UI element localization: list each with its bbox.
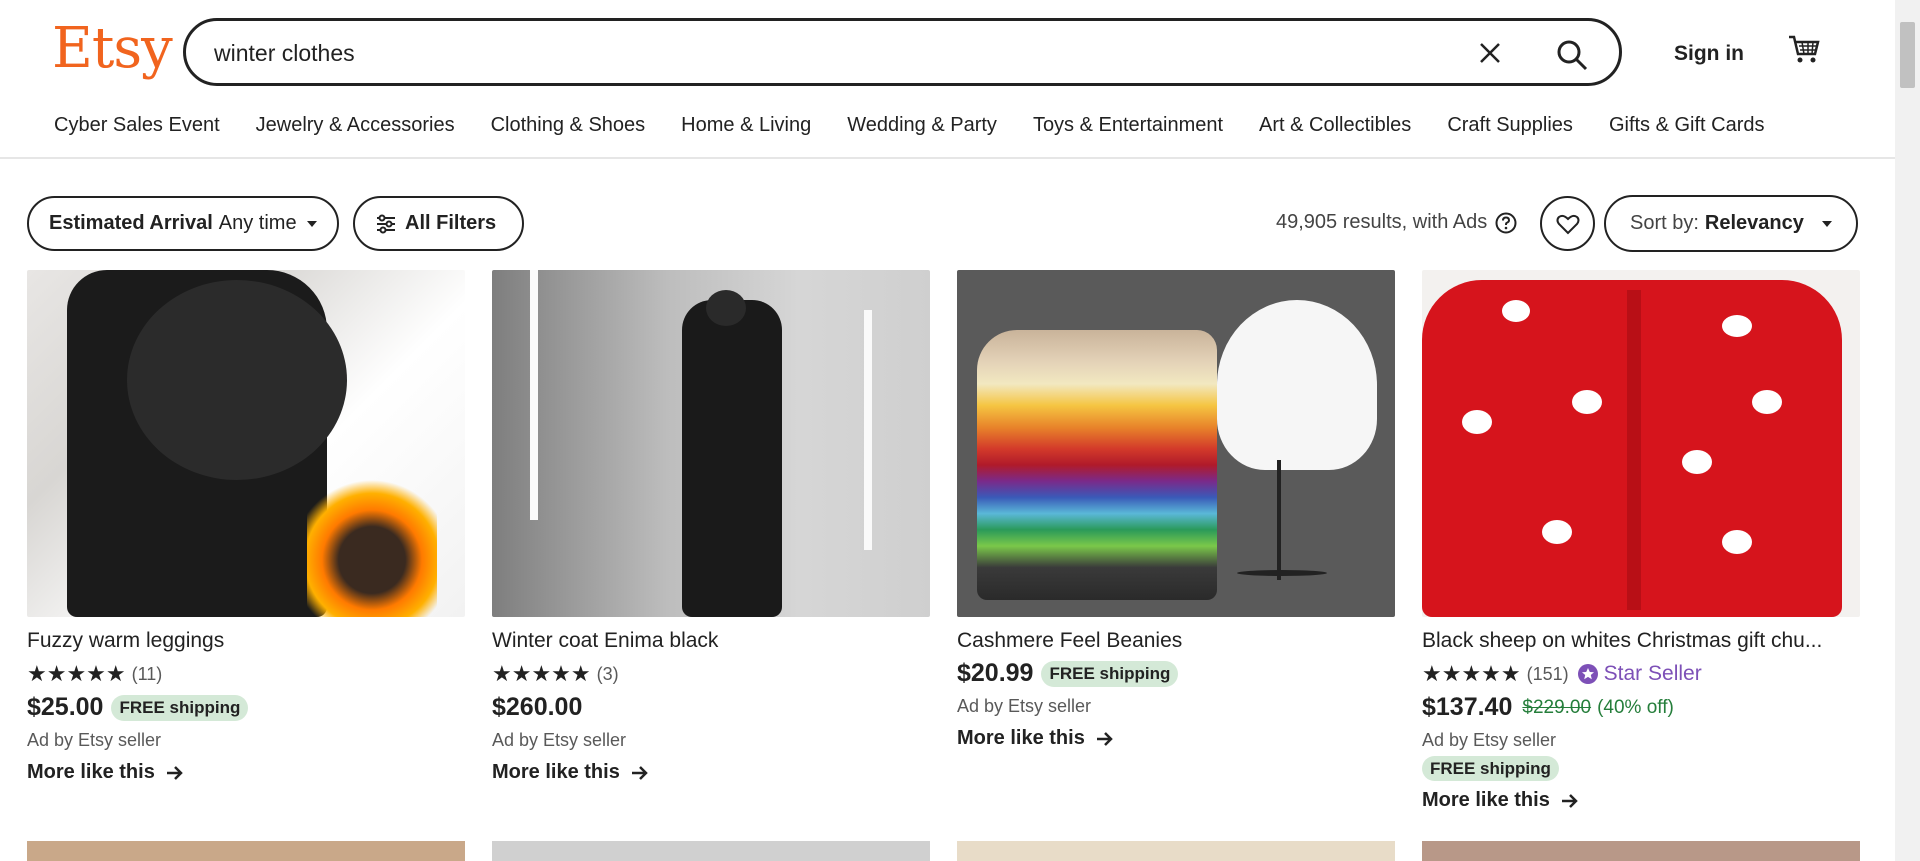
more-like-this-label: More like this bbox=[492, 761, 620, 783]
product-card[interactable]: Fuzzy warm leggings ★★★★★ (11) $25.00 FR… bbox=[27, 270, 465, 784]
star-rating-icon: ★★★★★ bbox=[1422, 661, 1521, 686]
review-count: (3) bbox=[596, 663, 619, 684]
product-image[interactable] bbox=[492, 270, 930, 617]
sort-dropdown[interactable]: Sort by: Relevancy bbox=[1604, 195, 1858, 252]
sort-label: Sort by: bbox=[1630, 212, 1699, 234]
nav-item-wedding[interactable]: Wedding & Party bbox=[847, 114, 997, 137]
ad-label: Ad by Etsy seller bbox=[492, 730, 627, 750]
product-image-peek[interactable] bbox=[27, 841, 465, 861]
product-rating: ★★★★★ (151) Star Seller bbox=[1422, 661, 1860, 687]
category-nav: Cyber Sales Event Jewelry & Accessories … bbox=[54, 114, 1801, 137]
more-like-this-label: More like this bbox=[1422, 789, 1550, 811]
ad-label: Ad by Etsy seller bbox=[1422, 730, 1557, 750]
help-icon[interactable] bbox=[1495, 212, 1517, 234]
close-icon[interactable] bbox=[1477, 40, 1503, 66]
price-row: $260.00 bbox=[492, 693, 930, 722]
more-like-this-link[interactable]: More like this bbox=[957, 727, 1395, 750]
ad-label: Ad by Etsy seller bbox=[27, 730, 162, 750]
nav-item-gifts[interactable]: Gifts & Gift Cards bbox=[1609, 114, 1765, 137]
arrival-label: Estimated Arrival bbox=[49, 212, 213, 234]
arrow-right-icon bbox=[631, 765, 648, 780]
estimated-arrival-filter[interactable]: Estimated Arrival Any time bbox=[27, 196, 339, 251]
star-seller-icon bbox=[1577, 664, 1598, 684]
search-bar[interactable]: winter clothes bbox=[183, 18, 1622, 86]
product-card[interactable]: Winter coat Enima black ★★★★★ (3) $260.0… bbox=[492, 270, 930, 784]
more-like-this-link[interactable]: More like this bbox=[1422, 789, 1860, 812]
original-price: $229.00 bbox=[1522, 696, 1592, 718]
results-text: 49,905 results, with Ads bbox=[1276, 211, 1488, 233]
cart-icon[interactable] bbox=[1787, 32, 1821, 66]
product-title[interactable]: Winter coat Enima black bbox=[492, 629, 930, 653]
sort-value: Relevancy bbox=[1704, 212, 1804, 234]
nav-item-home[interactable]: Home & Living bbox=[681, 114, 811, 137]
nav-item-toys[interactable]: Toys & Entertainment bbox=[1033, 114, 1223, 137]
more-like-this-link[interactable]: More like this bbox=[27, 761, 465, 784]
nav-item-cyber-sales[interactable]: Cyber Sales Event bbox=[54, 114, 220, 137]
nav-item-jewelry[interactable]: Jewelry & Accessories bbox=[256, 114, 455, 137]
product-image-peek[interactable] bbox=[492, 841, 930, 861]
arrow-right-icon bbox=[1096, 731, 1113, 746]
more-like-this-label: More like this bbox=[27, 761, 155, 783]
free-shipping-badge: FREE shipping bbox=[111, 694, 249, 721]
results-count: 49,905 results, with Ads bbox=[1276, 211, 1517, 234]
search-icon[interactable] bbox=[1555, 38, 1589, 72]
shipping-row: FREE shipping bbox=[1422, 756, 1860, 781]
star-rating-icon: ★★★★★ bbox=[492, 661, 591, 686]
price-row: $20.99 FREE shipping bbox=[957, 659, 1395, 688]
save-search-button[interactable] bbox=[1540, 196, 1595, 251]
vertical-scrollbar[interactable] bbox=[1895, 0, 1920, 861]
free-shipping-badge: FREE shipping bbox=[1422, 756, 1559, 781]
nav-item-craft[interactable]: Craft Supplies bbox=[1447, 114, 1573, 137]
product-rating: ★★★★★ (3) bbox=[492, 661, 930, 687]
heart-icon bbox=[1556, 214, 1579, 234]
discount-label: (40% off) bbox=[1597, 696, 1674, 718]
review-count: (11) bbox=[131, 663, 163, 684]
search-input[interactable]: winter clothes bbox=[214, 40, 355, 67]
product-price: $20.99 bbox=[957, 659, 1034, 687]
price-row: $137.40 $229.00 (40% off) bbox=[1422, 693, 1860, 722]
free-shipping-badge: FREE shipping bbox=[1041, 660, 1179, 687]
product-rating: ★★★★★ (11) bbox=[27, 661, 465, 687]
sign-in-link[interactable]: Sign in bbox=[1674, 42, 1744, 66]
product-price: $25.00 bbox=[27, 693, 104, 721]
site-header: Etsy winter clothes Sign in Cyber Sales … bbox=[0, 0, 1895, 159]
caret-down-icon bbox=[306, 220, 317, 227]
star-seller-badge[interactable]: Star Seller bbox=[1577, 662, 1702, 686]
product-price: $260.00 bbox=[492, 693, 583, 721]
scrollbar-thumb[interactable] bbox=[1900, 22, 1915, 88]
all-filters-label: All Filters bbox=[405, 212, 497, 234]
product-card[interactable]: Black sheep on whites Christmas gift chu… bbox=[1422, 270, 1860, 812]
star-rating-icon: ★★★★★ bbox=[27, 661, 126, 686]
arrow-right-icon bbox=[166, 765, 183, 780]
ad-label: Ad by Etsy seller bbox=[957, 696, 1092, 716]
more-like-this-link[interactable]: More like this bbox=[492, 761, 930, 784]
product-image[interactable] bbox=[957, 270, 1395, 617]
nav-item-clothing[interactable]: Clothing & Shoes bbox=[491, 114, 646, 137]
price-row: $25.00 FREE shipping bbox=[27, 693, 465, 722]
sliders-icon bbox=[377, 214, 395, 233]
product-image[interactable] bbox=[1422, 270, 1860, 617]
product-title[interactable]: Black sheep on whites Christmas gift chu… bbox=[1422, 629, 1860, 653]
review-count: (151) bbox=[1526, 663, 1569, 684]
product-card[interactable]: Cashmere Feel Beanies $20.99 FREE shippi… bbox=[957, 270, 1395, 750]
star-seller-label: Star Seller bbox=[1603, 662, 1702, 685]
product-image[interactable] bbox=[27, 270, 465, 617]
arrow-right-icon bbox=[1561, 793, 1578, 808]
more-like-this-label: More like this bbox=[957, 727, 1085, 749]
product-title[interactable]: Fuzzy warm leggings bbox=[27, 629, 465, 653]
product-title[interactable]: Cashmere Feel Beanies bbox=[957, 629, 1395, 653]
product-image-peek[interactable] bbox=[1422, 841, 1860, 861]
all-filters-button[interactable]: All Filters bbox=[353, 196, 525, 251]
product-price: $137.40 bbox=[1422, 693, 1513, 721]
arrival-value: Any time bbox=[218, 212, 297, 234]
caret-down-icon bbox=[1821, 220, 1832, 227]
product-image-peek[interactable] bbox=[957, 841, 1395, 861]
nav-item-art[interactable]: Art & Collectibles bbox=[1259, 114, 1411, 137]
etsy-logo[interactable]: Etsy bbox=[52, 16, 173, 81]
